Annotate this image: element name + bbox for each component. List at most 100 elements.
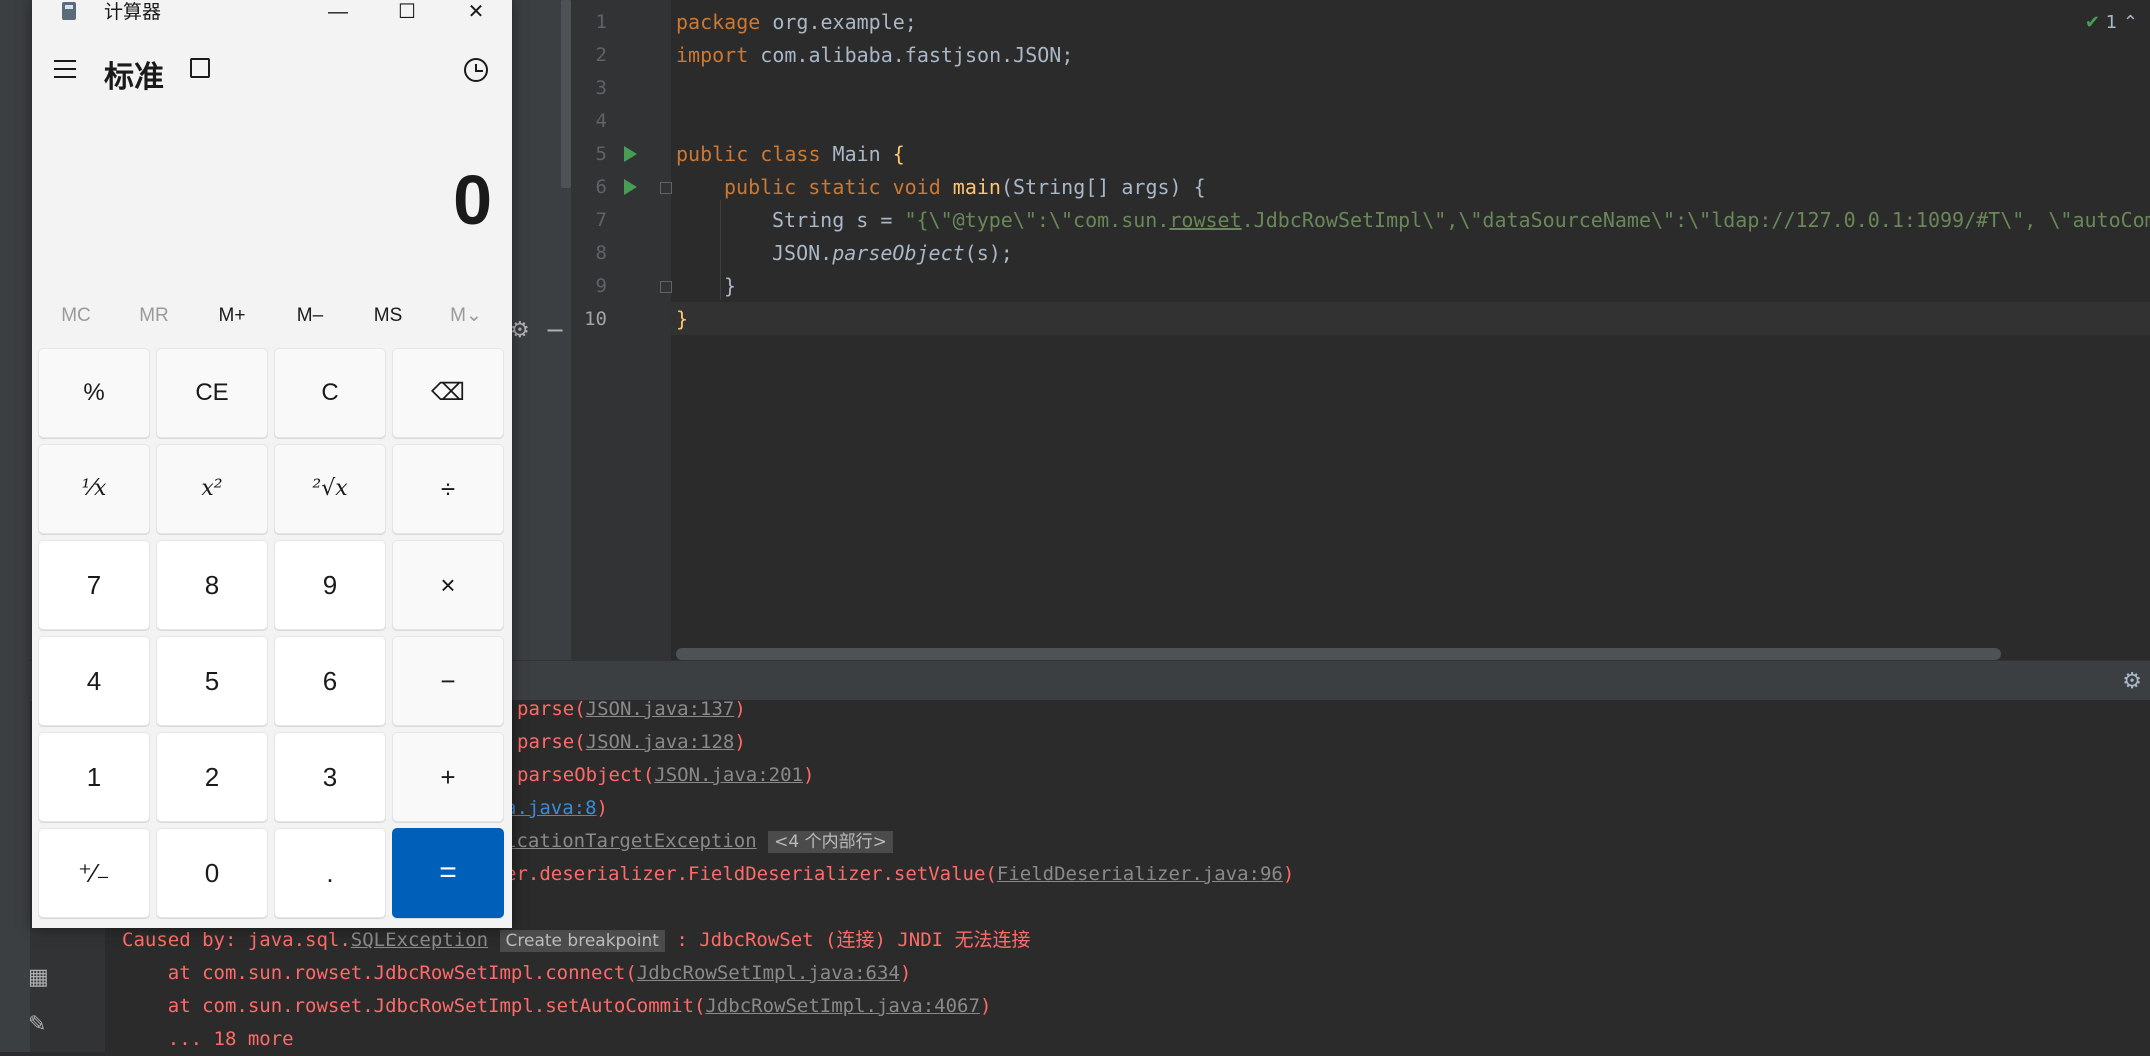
chevron-up-icon: ⌃ [2122,12,2138,33]
stack-line: a.java:8) [505,797,608,819]
stack-link[interactable]: JSON.java:128 [586,731,735,753]
run-main-icon[interactable] [624,179,637,195]
code-line-10: } [676,307,689,331]
memory-subtract-button[interactable]: M– [272,300,348,332]
create-breakpoint-chip[interactable]: Create breakpoint [499,930,665,952]
current-line-highlight [671,302,2150,335]
line-number: 7 [595,209,607,231]
digit-1-button[interactable]: 1 [38,732,150,822]
exception-link[interactable]: SQLException [351,929,488,951]
console-settings-icon[interactable]: ⚙ [2122,669,2142,694]
digit-4-button[interactable]: 4 [38,636,150,726]
menu-icon[interactable] [54,60,76,78]
line-number: 2 [595,44,607,66]
percent-button[interactable]: % [38,348,150,438]
minimize-button[interactable]: — [306,0,370,26]
caused-by-line: Caused by: java.sql.SQLException Create … [122,929,1031,952]
editor-horizontal-scrollbar[interactable] [676,648,2001,660]
code-line-6: public static void main(String[] args) { [724,175,1206,199]
calculator-titlebar[interactable]: 计算器 — ☐ ✕ [32,0,512,30]
stack-link[interactable]: JdbcRowSetImpl.java:4067 [705,995,980,1017]
fold-icon[interactable] [660,182,672,194]
stack-link[interactable]: FieldDeserializer.java:96 [997,863,1283,885]
memory-add-button[interactable]: M+ [194,300,270,332]
digit-7-button[interactable]: 7 [38,540,150,630]
more-line: ... 18 more [122,1028,294,1050]
inspection-count: 1 [2105,12,2118,33]
line-number: 6 [595,176,607,198]
subtract-button[interactable]: − [392,636,504,726]
stack-line: parse(JSON.java:128) [517,731,746,753]
maximize-button[interactable]: ☐ [375,0,439,26]
inspection-widget[interactable]: ✔ 1 ⌃ [2085,12,2138,33]
stack-link[interactable]: JSON.java:137 [586,698,735,720]
stack-line: at com.sun.rowset.JdbcRowSetImpl.connect… [122,962,912,984]
stack-link[interactable]: JdbcRowSetImpl.java:634 [637,962,900,984]
digit-0-button[interactable]: 0 [156,828,268,918]
equals-button[interactable]: = [392,828,504,918]
mode-row: 标准 [32,48,512,98]
fold-icon[interactable] [660,281,672,293]
pin-icon[interactable]: ✎ [28,1012,46,1037]
panel-hide-icon[interactable]: − [545,316,565,344]
stack-link[interactable]: icationTargetException [505,830,757,852]
calculator-app-icon [62,2,76,20]
tool-window-strip [0,0,31,1052]
decimal-button[interactable]: . [274,828,386,918]
code-line-9: } [724,274,737,298]
digit-6-button[interactable]: 6 [274,636,386,726]
memory-clear-button[interactable]: MC [38,300,114,332]
digit-8-button[interactable]: 8 [156,540,268,630]
memory-list-button[interactable]: M⌄ [428,300,504,332]
code-line-1: package org.example; [676,10,917,34]
line-number: 4 [595,110,607,132]
indent-guide [720,200,721,300]
line-number: 8 [595,242,607,264]
window-title: 计算器 [104,2,162,23]
memory-row: MC MR M+ M– MS M⌄ [32,300,512,332]
square-button[interactable]: x² [156,444,268,534]
panel-settings-icon[interactable]: ⚙ [510,318,530,343]
add-button[interactable]: + [392,732,504,822]
stack-line: parse(JSON.java:137) [517,698,746,720]
history-icon[interactable] [464,58,488,82]
close-button[interactable]: ✕ [444,0,508,26]
mode-title: 标准 [104,61,164,94]
result-display: 0 [453,161,492,239]
stack-line: parseObject(JSON.java:201) [517,764,815,786]
code-line-7: String s = "{\"@type\":\"com.sun.rowset.… [772,208,2150,232]
stack-link[interactable]: a.java:8 [505,797,597,819]
panel-scrollbar[interactable] [561,0,571,188]
line-number: 10 [584,308,607,330]
stack-line: er.deserializer.FieldDeserializer.setVal… [505,863,1295,885]
memory-store-button[interactable]: MS [350,300,426,332]
line-number: 9 [595,275,607,297]
check-icon: ✔ [2084,12,2100,33]
run-class-icon[interactable] [624,146,637,162]
stack-line: icationTargetException <4 个内部行> [505,825,893,859]
digit-5-button[interactable]: 5 [156,636,268,726]
backspace-button[interactable]: ⌫ [392,348,504,438]
stack-link[interactable]: JSON.java:201 [654,764,803,786]
line-number: 5 [595,143,607,165]
code-line-2: import com.alibaba.fastjson.JSON; [676,43,1074,67]
divide-button[interactable]: ÷ [392,444,504,534]
memory-recall-button[interactable]: MR [116,300,192,332]
negate-button[interactable]: ⁺⁄₋ [38,828,150,918]
line-number: 1 [595,11,607,33]
line-number: 3 [595,77,607,99]
clear-button[interactable]: C [274,348,386,438]
digit-3-button[interactable]: 3 [274,732,386,822]
code-line-8: JSON.parseObject(s); [772,241,1013,265]
digit-9-button[interactable]: 9 [274,540,386,630]
multiply-button[interactable]: × [392,540,504,630]
square-root-button[interactable]: ²√x [274,444,386,534]
stack-line: at com.sun.rowset.JdbcRowSetImpl.setAuto… [122,995,992,1017]
structure-icon[interactable]: ▦ [28,965,49,990]
clear-entry-button[interactable]: CE [156,348,268,438]
keep-on-top-icon[interactable] [190,58,210,78]
digit-2-button[interactable]: 2 [156,732,268,822]
calculator-window[interactable]: 计算器 — ☐ ✕ 标准 0 MC MR M+ M– MS M⌄ % CE C … [32,0,512,928]
reciprocal-button[interactable]: ¹⁄x [38,444,150,534]
internal-lines-chip[interactable]: <4 个内部行> [768,831,893,853]
